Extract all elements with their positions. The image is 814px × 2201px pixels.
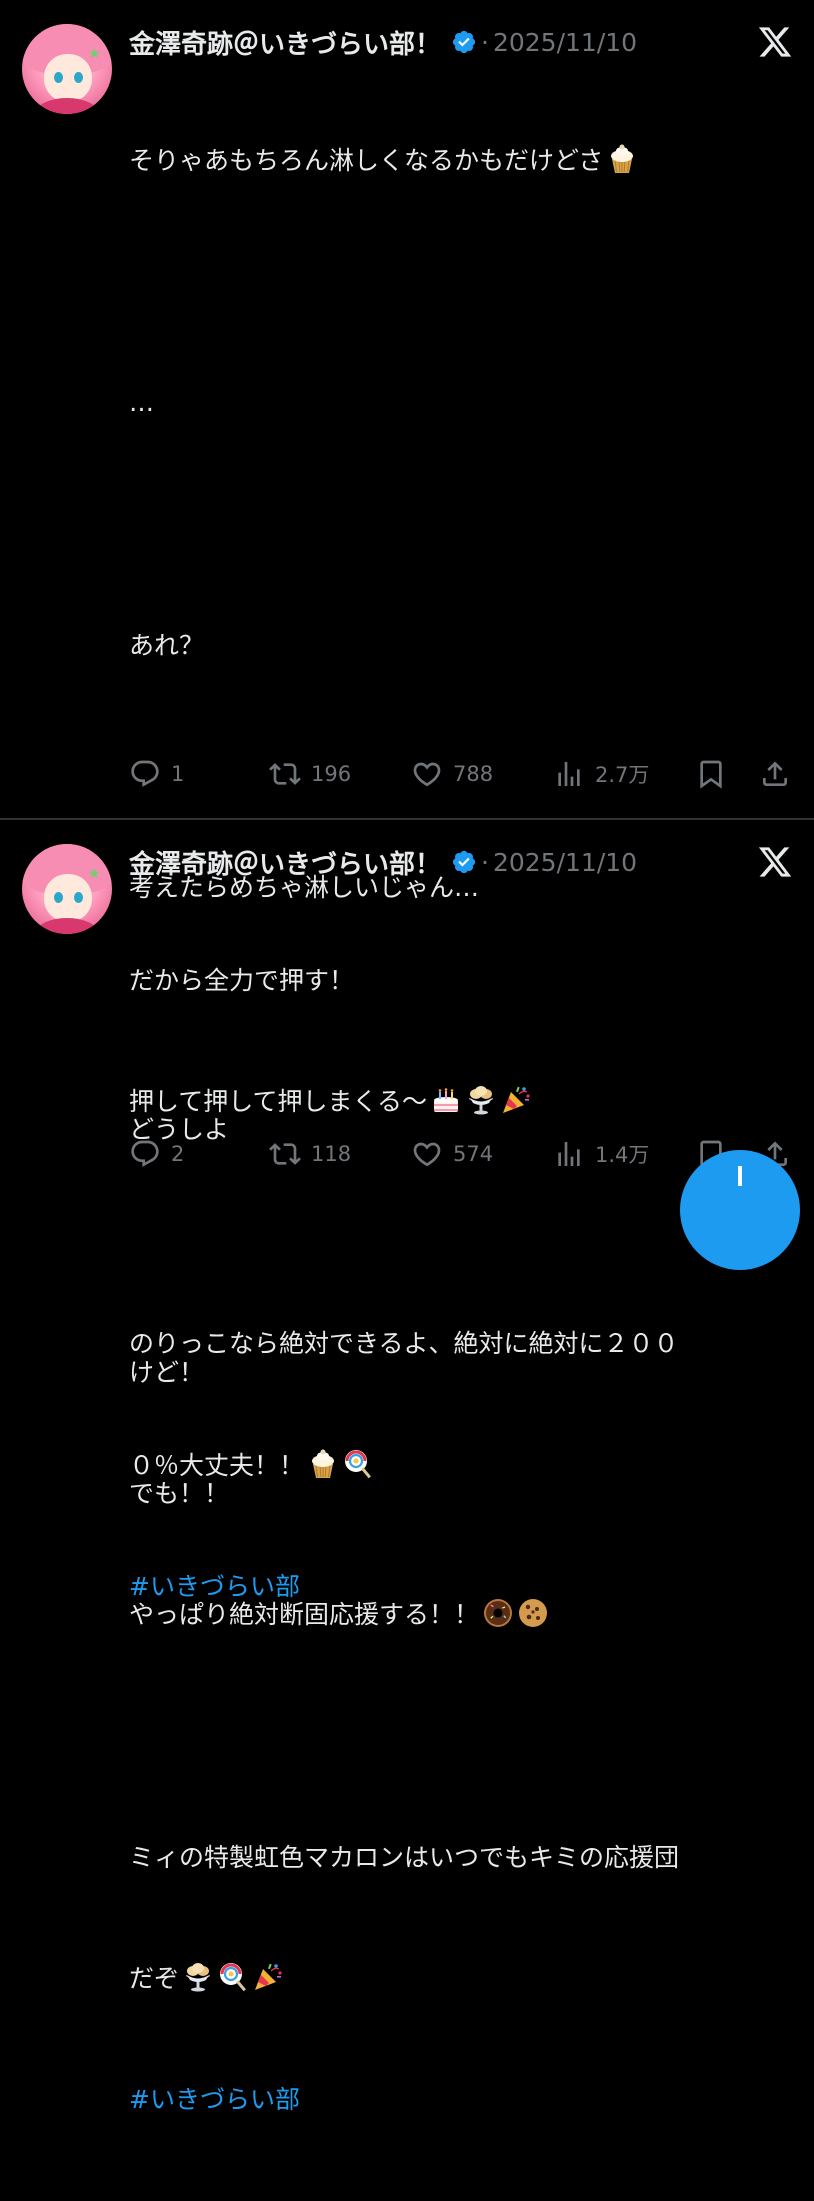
lollipop-emoji-icon <box>217 1961 249 1993</box>
text-line: 押して押して押しまくる〜 <box>129 1082 799 1122</box>
ice-cream-emoji-icon <box>182 1961 214 1993</box>
separator-dot: · <box>481 847 489 877</box>
text-line: だぞ <box>129 1959 799 1999</box>
birthday-cake-emoji-icon <box>430 1084 462 1116</box>
cupcake-emoji-icon <box>307 1448 339 1480</box>
lollipop-emoji-icon <box>342 1448 374 1480</box>
text-line <box>129 262 799 302</box>
reply-button[interactable]: 2 <box>129 1136 184 1172</box>
cupcake-emoji-icon <box>606 143 638 175</box>
separator-dot: · <box>481 27 489 57</box>
text-line: あれ？ <box>129 630 205 660</box>
x-logo-icon[interactable] <box>757 844 793 880</box>
like-count: 574 <box>453 1142 494 1166</box>
text-line: のりっこなら絶対できるよ、絶対に絶対に２００ <box>129 1329 679 1359</box>
hashtag-link[interactable]: #いきづらい部 <box>129 2080 799 2120</box>
text-line <box>129 1716 799 1756</box>
reply-icon <box>131 1140 159 1167</box>
bookmark-icon <box>700 760 722 789</box>
x-logo-icon[interactable] <box>757 24 793 60</box>
repost-count: 118 <box>311 1142 352 1166</box>
text-line: ミィの特製虹色マカロンはいつでもキミの応援団 <box>129 1842 680 1872</box>
reply-count: 1 <box>171 762 185 786</box>
author-name[interactable]: 金澤奇跡＠いきづらい部！ <box>129 24 441 61</box>
views-count: 1.4万 <box>595 1143 650 1167</box>
repost-icon <box>269 763 301 785</box>
text-line: だから全力で押す！ <box>129 965 355 995</box>
heart-icon <box>413 762 441 787</box>
views-button[interactable]: 2.7万 <box>553 756 649 792</box>
like-button[interactable]: 788 <box>411 756 493 792</box>
tweet[interactable]: ★ 金澤奇跡＠いきづらい部！ · 2025/11/10 そりゃあもちろん淋しくな… <box>0 0 814 2114</box>
views-button[interactable]: 1.4万 <box>553 1136 649 1172</box>
ice-cream-emoji-icon <box>465 1084 497 1116</box>
like-count: 788 <box>453 762 494 786</box>
like-button[interactable]: 574 <box>411 1136 493 1172</box>
text-line: ０％大丈夫！！ <box>129 1446 799 1486</box>
author-name[interactable]: 金澤奇跡＠いきづらい部！ <box>129 844 441 881</box>
party-popper-emoji-icon <box>500 1084 532 1116</box>
verified-badge-icon <box>452 30 476 54</box>
reply-icon <box>131 760 159 787</box>
avatar[interactable]: ★ <box>22 24 112 114</box>
hashtag-link[interactable]: #いきづらい部 <box>129 1567 799 1607</box>
tweet-date[interactable]: 2025/11/10 <box>493 28 637 57</box>
compose-plus-icon <box>738 1166 742 1186</box>
tweet-date[interactable]: 2025/11/10 <box>493 848 637 877</box>
text-line <box>129 504 799 544</box>
tweet-header: 金澤奇跡＠いきづらい部！ · 2025/11/10 <box>129 842 637 882</box>
repost-button[interactable]: 118 <box>269 1136 351 1172</box>
reply-button[interactable]: 1 <box>129 756 184 792</box>
heart-icon <box>413 1142 441 1167</box>
share-icon <box>763 761 787 786</box>
share-button[interactable] <box>759 756 791 792</box>
tweet-actions: 1 196 788 2.7万 <box>129 756 799 792</box>
text-line: そりゃあもちろん淋しくなるかもだけどさ <box>129 141 799 181</box>
tweet-header: 金澤奇跡＠いきづらい部！ · 2025/11/10 <box>129 22 637 62</box>
views-icon <box>558 762 580 786</box>
repost-icon <box>269 1143 301 1165</box>
party-popper-emoji-icon <box>252 1961 284 1993</box>
views-count: 2.7万 <box>595 763 650 787</box>
tweet-body: だから全力で押す！ 押して押して押しまくる〜 のりっこなら絶対できるよ、絶対に絶… <box>129 880 799 1688</box>
repost-button[interactable]: 196 <box>269 756 351 792</box>
tweet[interactable]: ★ 金澤奇跡＠いきづらい部！ · 2025/11/10 だから全力で押す！ 押し… <box>0 820 814 1601</box>
text-line: … <box>129 388 154 418</box>
verified-badge-icon <box>452 850 476 874</box>
repost-count: 196 <box>311 762 352 786</box>
views-icon <box>558 1142 580 1166</box>
bookmark-button[interactable] <box>695 756 727 792</box>
avatar[interactable]: ★ <box>22 844 112 934</box>
reply-count: 2 <box>171 1142 185 1166</box>
